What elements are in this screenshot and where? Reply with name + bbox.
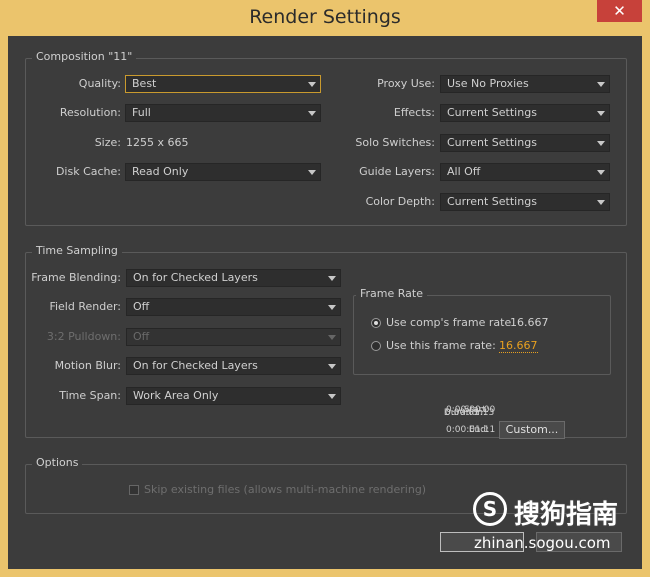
chevron-down-icon: [308, 82, 316, 87]
disk-cache-label: Disk Cache:: [55, 165, 121, 178]
chevron-down-icon: [597, 170, 605, 175]
effects-select[interactable]: Current Settings: [440, 104, 610, 122]
resolution-label: Resolution:: [59, 106, 121, 119]
time-span-select[interactable]: Work Area Only: [126, 387, 341, 405]
resolution-select[interactable]: Full: [125, 104, 321, 122]
effects-label: Effects:: [393, 106, 435, 119]
pulldown-select: Off: [126, 328, 341, 346]
proxy-use-value: Use No Proxies: [447, 77, 529, 90]
composition-group: Composition "11" Quality: Best Resolutio…: [25, 50, 627, 226]
solo-switches-label: Solo Switches:: [355, 136, 435, 149]
close-button[interactable]: ✕: [597, 0, 642, 22]
motion-blur-value: On for Checked Layers: [133, 359, 258, 372]
quality-value: Best: [132, 77, 157, 90]
custom-frame-rate-value[interactable]: 16.667: [499, 339, 538, 353]
chevron-down-icon: [597, 141, 605, 146]
frame-blending-label: Frame Blending:: [31, 271, 121, 284]
quality-label: Quality:: [78, 77, 121, 90]
size-label: Size:: [94, 136, 121, 149]
time-span-label: Time Span:: [59, 389, 121, 402]
color-depth-select[interactable]: Current Settings: [440, 193, 610, 211]
time-sampling-legend: Time Sampling: [32, 244, 122, 257]
comp-frame-rate-value: 16.667: [510, 316, 549, 329]
resolution-value: Full: [132, 106, 151, 119]
color-depth-label: Color Depth:: [365, 195, 435, 208]
render-settings-window: Render Settings ✕ Composition "11" Quali…: [0, 0, 650, 577]
duration-value: 0:00:01:13: [445, 408, 495, 418]
title-bar[interactable]: Render Settings ✕: [0, 0, 650, 36]
pulldown-value: Off: [133, 330, 150, 343]
motion-blur-select[interactable]: On for Checked Layers: [126, 357, 341, 375]
proxy-use-select[interactable]: Use No Proxies: [440, 75, 610, 93]
chevron-down-icon: [597, 111, 605, 116]
end-value: 0:00:01:11: [446, 425, 496, 435]
chevron-down-icon: [597, 200, 605, 205]
chevron-down-icon: [308, 170, 316, 175]
dialog-body: Composition "11" Quality: Best Resolutio…: [8, 36, 642, 569]
guide-layers-label: Guide Layers:: [359, 165, 435, 178]
motion-blur-label: Motion Blur:: [54, 359, 121, 372]
guide-layers-select[interactable]: All Off: [440, 163, 610, 181]
frame-rate-group: Frame Rate Use comp's frame rate 16.667 …: [353, 287, 611, 375]
chevron-down-icon: [328, 276, 336, 281]
solo-switches-value: Current Settings: [447, 136, 537, 149]
watermark-brand-text: 搜狗指南: [514, 500, 619, 530]
proxy-use-label: Proxy Use:: [377, 77, 435, 90]
size-value: 1255 x 665: [126, 136, 189, 149]
watermark-logo-icon: S: [473, 492, 507, 526]
chevron-down-icon: [328, 305, 336, 310]
skip-existing-checkbox: [129, 485, 139, 495]
frame-rate-legend: Frame Rate: [356, 287, 427, 300]
solo-switches-select[interactable]: Current Settings: [440, 134, 610, 152]
chevron-down-icon: [597, 82, 605, 87]
skip-existing-label: Skip existing files (allows multi-machin…: [144, 483, 427, 496]
watermark-url-text: zhinan.sogou.com: [474, 534, 611, 552]
chevron-down-icon: [328, 394, 336, 399]
chevron-down-icon: [328, 335, 336, 340]
composition-legend: Composition "11": [32, 50, 137, 63]
chevron-down-icon: [328, 364, 336, 369]
options-legend: Options: [32, 456, 83, 469]
time-span-value: Work Area Only: [133, 389, 219, 402]
disk-cache-select[interactable]: Read Only: [125, 163, 321, 181]
quality-select[interactable]: Best: [125, 75, 321, 93]
time-sampling-group: Time Sampling Frame Blending: On for Che…: [25, 244, 627, 439]
chevron-down-icon: [308, 111, 316, 116]
color-depth-value: Current Settings: [447, 195, 537, 208]
frame-blending-select[interactable]: On for Checked Layers: [126, 269, 341, 287]
disk-cache-value: Read Only: [132, 165, 189, 178]
frame-blending-value: On for Checked Layers: [133, 271, 258, 284]
effects-value: Current Settings: [447, 106, 537, 119]
use-comp-frame-rate-radio[interactable]: [371, 318, 381, 328]
use-comp-frame-rate-label[interactable]: Use comp's frame rate: [386, 316, 511, 329]
use-this-frame-rate-radio[interactable]: [371, 341, 381, 351]
field-render-label: Field Render:: [49, 300, 121, 313]
guide-layers-value: All Off: [447, 165, 481, 178]
field-render-value: Off: [133, 300, 150, 313]
window-title: Render Settings: [249, 6, 401, 28]
custom-time-span-button[interactable]: Custom...: [499, 421, 565, 439]
pulldown-label: 3:2 Pulldown:: [46, 330, 121, 343]
field-render-select[interactable]: Off: [126, 298, 341, 316]
use-this-frame-rate-label[interactable]: Use this frame rate:: [386, 339, 496, 352]
